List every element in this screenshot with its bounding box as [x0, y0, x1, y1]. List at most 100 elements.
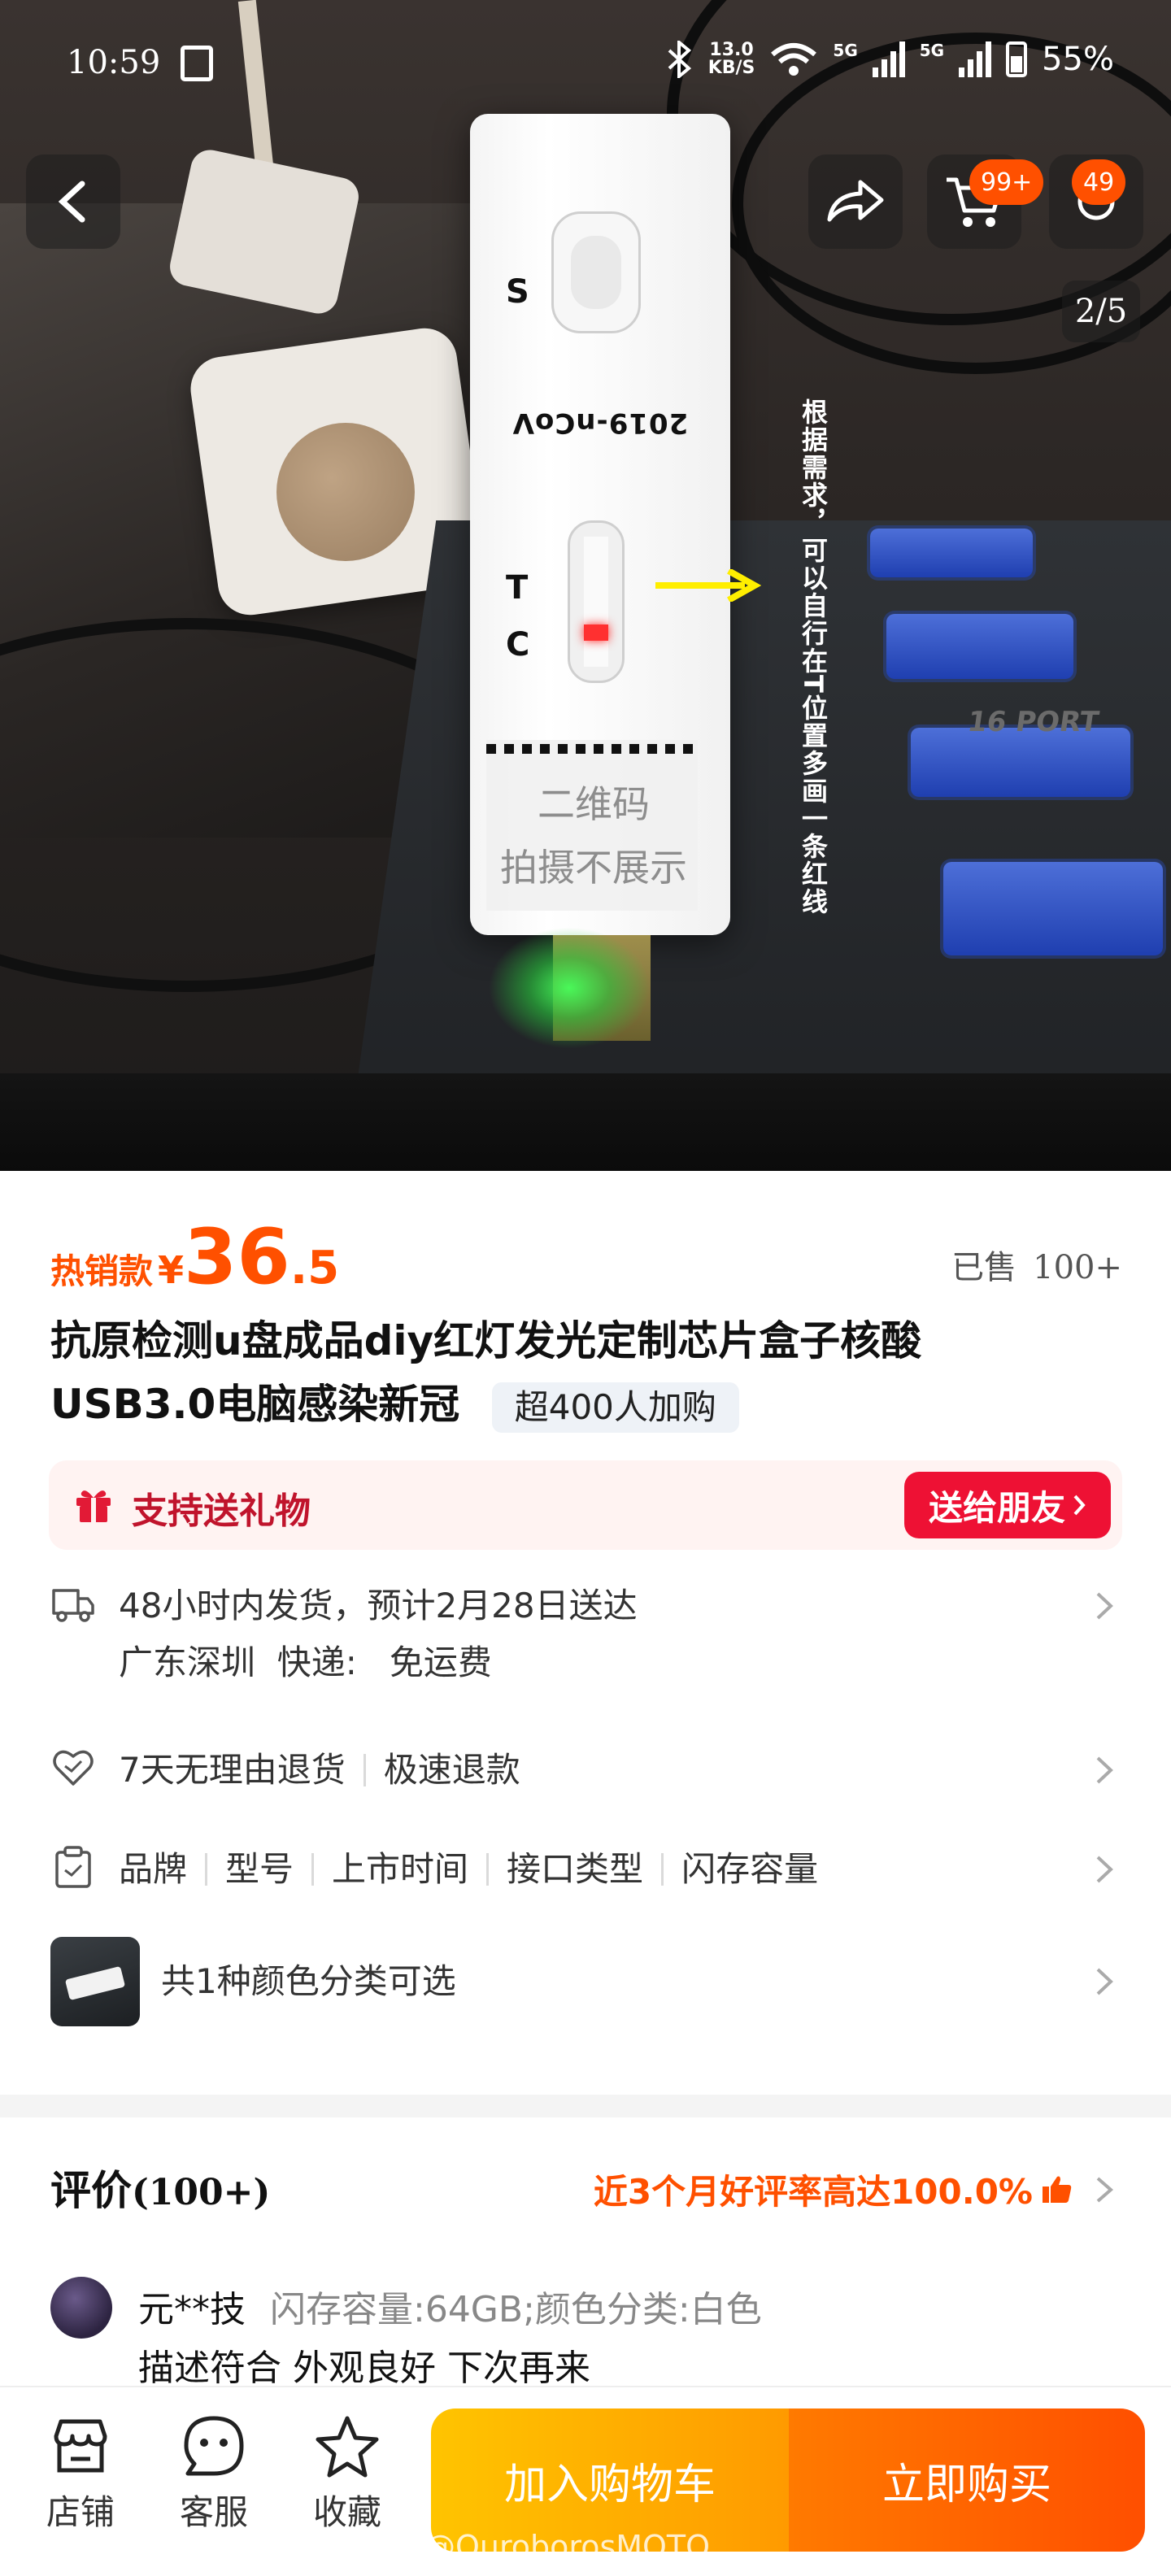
- chevron-right-icon: [1096, 1968, 1113, 1995]
- store-label: 店铺: [46, 2492, 115, 2532]
- divider: [486, 1853, 490, 1886]
- rating-summary[interactable]: 近3个月好评率高达100.0%: [594, 2165, 1114, 2214]
- network-speed-value: 13.0: [709, 40, 754, 60]
- share-arrow-icon: [827, 180, 884, 222]
- product-title: 抗原检测u盘成品diy红灯发光定制芯片盒子核酸 USB3.0电脑感染新冠 超40…: [50, 1309, 1124, 1436]
- image-pager: 2/5: [1062, 281, 1140, 342]
- product-title-line2: USB3.0电脑感染新冠: [50, 1381, 460, 1428]
- hub-port-label: 16 PORT: [965, 706, 1101, 738]
- share-button[interactable]: [808, 154, 903, 249]
- bandage-pad: [276, 423, 415, 561]
- divider: [311, 1853, 315, 1886]
- divider: [205, 1853, 208, 1886]
- thumbs-up-icon: [1043, 2176, 1072, 2203]
- gift-label: 支持送礼物: [132, 1490, 311, 1532]
- sold-label: 已售: [951, 1249, 1017, 1286]
- reviewer-name: 元**技: [138, 2289, 246, 2330]
- return-policy-row[interactable]: 7天无理由退货 极速退款: [50, 1742, 1124, 1800]
- price-decimal: .5: [289, 1242, 340, 1295]
- review-spec: 闪存容量:64GB;颜色分类:白色: [270, 2289, 762, 2330]
- store-icon: [54, 2419, 107, 2473]
- param-model: 型号: [225, 1849, 294, 1889]
- product-image-gallery[interactable]: 16 PORT S 2019-nCoV T C 二维码 拍摄不展示 根据需求，可…: [0, 0, 1171, 1171]
- signal-bars-icon: [959, 41, 992, 77]
- store-tab[interactable]: 店铺: [36, 2412, 125, 2535]
- divider: [661, 1853, 664, 1886]
- qr-caption: 二维码 拍摄不展示: [488, 772, 699, 899]
- chevron-right-icon: [1096, 1856, 1113, 1883]
- qr-caption-line2: 拍摄不展示: [500, 846, 687, 890]
- battery-icon: [1006, 41, 1028, 77]
- control-red-line: [584, 624, 608, 641]
- signal-bars-icon: [872, 41, 905, 77]
- usb-drive-image: [64, 1965, 126, 2001]
- sold-number: 100+: [1033, 1249, 1122, 1286]
- return-policy-text: 7天无理由退货 极速退款: [119, 1742, 520, 1799]
- cassette-letter-c: C: [506, 626, 530, 664]
- test-strip: [584, 537, 608, 667]
- status-time: 10:59: [67, 44, 161, 81]
- sim2-network-label: 5G: [919, 41, 945, 60]
- sim-icon: [181, 46, 213, 81]
- customer-service-tab[interactable]: 客服: [169, 2412, 259, 2535]
- price-row: 热销款 ¥ 36 .5: [50, 1220, 339, 1296]
- star-icon: [316, 2416, 379, 2478]
- sold-count: 已售 100+: [951, 1241, 1122, 1288]
- chevron-right-icon: [1096, 2176, 1114, 2203]
- gift-bar[interactable]: 支持送礼物 送给朋友: [49, 1460, 1122, 1550]
- send-to-friend-label: 送给朋友: [928, 1487, 1065, 1528]
- chevron-right-icon: [1096, 1592, 1113, 1620]
- shipping-row[interactable]: 48小时内发货，预计2月28日送达 广东深圳 快递: 免运费: [50, 1577, 1124, 1699]
- reviews-count: (100+): [132, 2172, 271, 2213]
- reviews-label: 评价: [50, 2167, 132, 2214]
- currency-symbol: ¥: [158, 1248, 185, 1292]
- chat-face-icon: [184, 2416, 244, 2476]
- cassette-brand: 2019-nCoV: [511, 407, 689, 439]
- rating-text: 近3个月好评率高达100.0%: [593, 2172, 1033, 2212]
- shipping-text: 48小时内发货，预计2月28日送达 广东深圳 快递: 免运费: [119, 1577, 638, 1691]
- yellow-arrow-icon: [655, 569, 761, 602]
- section-divider: [0, 2095, 1171, 2117]
- params-list: 品牌 型号 上市时间 接口类型 闪存容量: [119, 1841, 818, 1898]
- param-capacity: 闪存容量: [681, 1849, 819, 1889]
- shipping-origin: 广东深圳 快递: 免运费: [119, 1643, 492, 1682]
- gift-icon: [76, 1490, 111, 1522]
- shipping-eta: 48小时内发货，预计2月28日送达: [119, 1586, 638, 1625]
- reviews-section: 评价(100+) 近3个月好评率高达100.0% 元**技 闪存容量:64GB;…: [0, 2117, 1171, 2389]
- battery-percent: 55%: [1042, 41, 1114, 78]
- chevron-right-icon: [1096, 1756, 1113, 1784]
- chevron-right-icon: [1073, 1495, 1086, 1516]
- truck-icon: [52, 1589, 94, 1622]
- sku-row[interactable]: 共1种颜色分类可选: [50, 1937, 1124, 2026]
- product-title-line1: 抗原检测u盘成品diy红灯发光定制芯片盒子核酸: [50, 1317, 922, 1364]
- sku-thumbnail: [50, 1937, 140, 2026]
- bluetooth-icon: [668, 41, 691, 78]
- params-row[interactable]: 品牌 型号 上市时间 接口类型 闪存容量: [50, 1841, 1124, 1899]
- product-info: 热销款 ¥ 36 .5 已售 100+ 抗原检测u盘成品diy红灯发光定制芯片盒子…: [0, 1171, 1171, 2095]
- price-integer: 36: [184, 1213, 290, 1302]
- network-speed: 13.0 KB/S: [708, 41, 755, 77]
- review-comment: 描述符合 外观良好 下次再来: [138, 2348, 590, 2389]
- status-right: 13.0 KB/S 5G 5G 55%: [666, 41, 1114, 78]
- qr-strip: [486, 744, 698, 754]
- wifi-icon: [771, 43, 817, 76]
- qr-caption-line1: 二维码: [538, 782, 650, 826]
- service-label: 客服: [179, 2492, 248, 2532]
- green-led-glow: [488, 927, 651, 1049]
- param-release-date: 上市时间: [332, 1849, 469, 1889]
- refund-policy: 极速退款: [383, 1750, 520, 1790]
- usb-port: [870, 529, 1033, 577]
- cart-badge: 99+: [969, 159, 1044, 205]
- favorite-tab[interactable]: 收藏: [303, 2412, 392, 2535]
- reviews-title[interactable]: 评价(100+): [50, 2158, 270, 2217]
- divider: [363, 1754, 366, 1786]
- back-button[interactable]: [26, 154, 120, 249]
- buy-now-button[interactable]: 立即购买: [789, 2408, 1145, 2552]
- clipboard-icon: [55, 1846, 91, 1888]
- annotation-text: 根据需求，可以自行在T位置多画一条红线: [798, 398, 829, 916]
- send-to-friend-button[interactable]: 送给朋友: [903, 1472, 1111, 1538]
- image-bottom-band: [0, 1073, 1171, 1171]
- message-badge: 49: [1072, 159, 1126, 205]
- sample-well-inner: [571, 236, 621, 309]
- heart-shield-icon: [53, 1750, 94, 1786]
